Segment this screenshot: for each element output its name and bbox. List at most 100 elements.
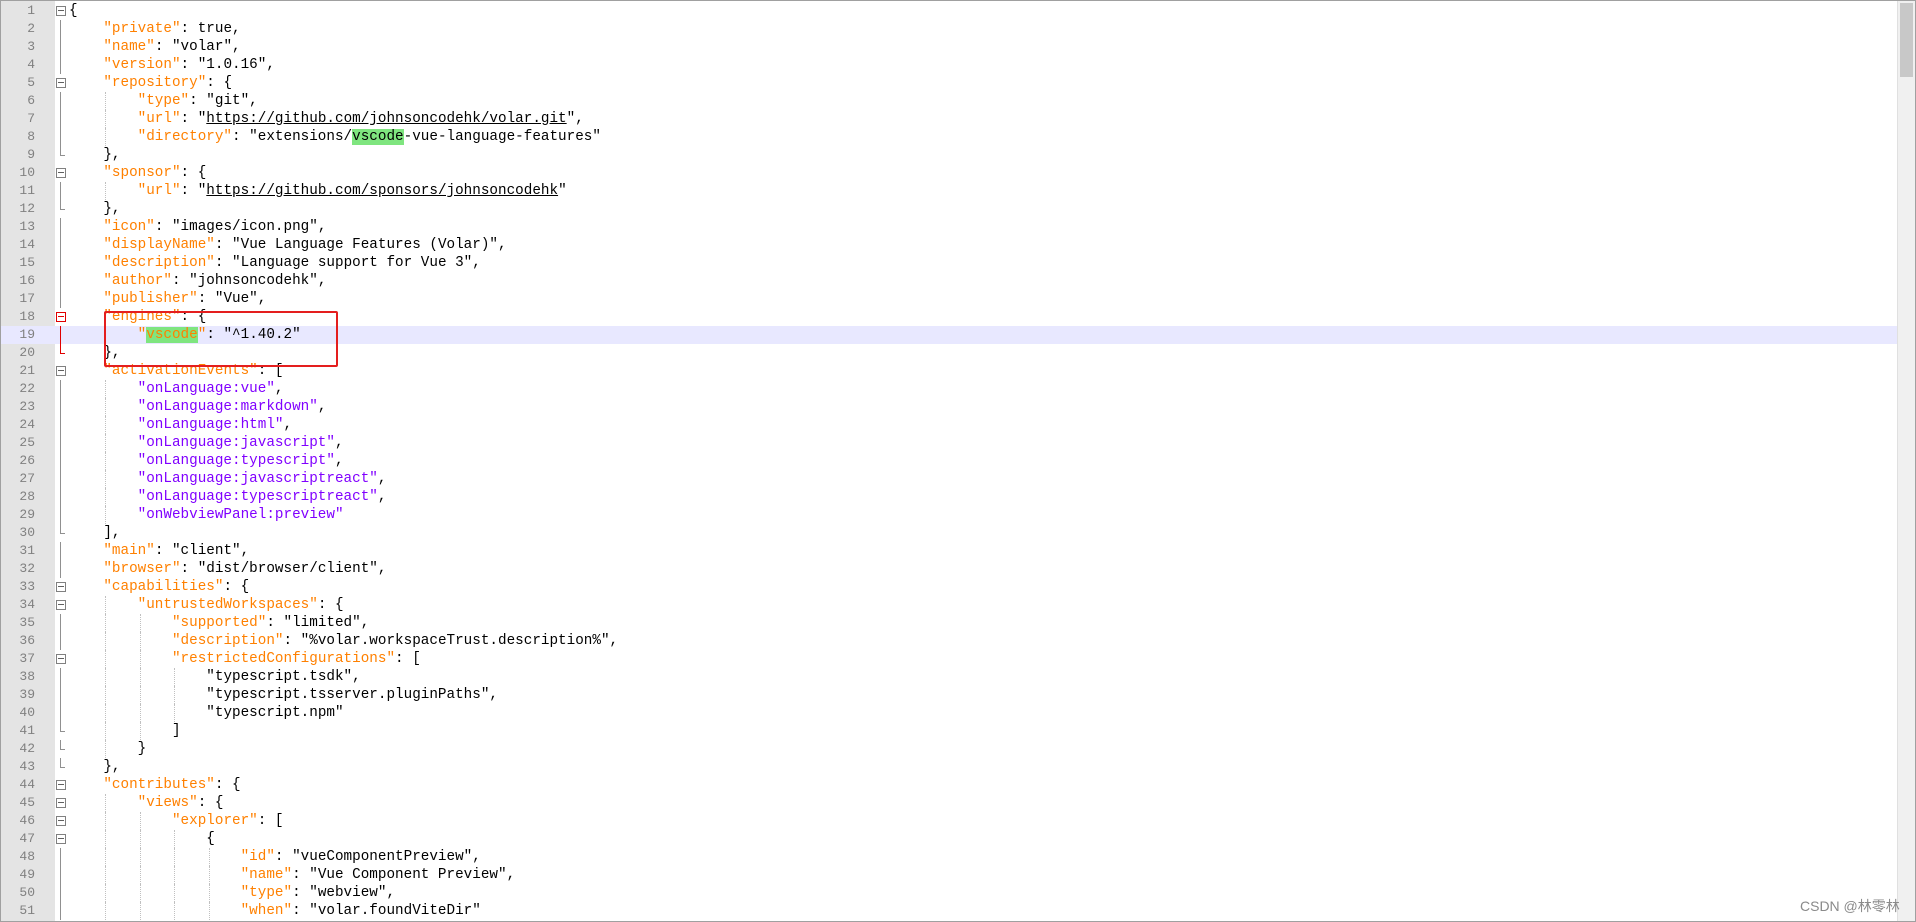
line-number: 31 bbox=[19, 543, 35, 558]
code-line[interactable]: 44 "contributes": { bbox=[1, 776, 1897, 794]
code-line[interactable]: 42 } bbox=[1, 740, 1897, 758]
fold-box-icon[interactable] bbox=[55, 2, 69, 20]
code-line[interactable]: 43 }, bbox=[1, 758, 1897, 776]
fold-box-icon[interactable] bbox=[55, 812, 69, 830]
fold-box-icon[interactable] bbox=[55, 164, 69, 182]
code-line[interactable]: 8 "directory": "extensions/vscode-vue-la… bbox=[1, 128, 1897, 146]
code-token: : "volar", bbox=[154, 39, 241, 55]
code-line[interactable]: 27 "onLanguage:javascriptreact", bbox=[1, 470, 1897, 488]
code-line[interactable]: 2 "private": true, bbox=[1, 20, 1897, 38]
line-number: 10 bbox=[19, 165, 35, 180]
line-number: 47 bbox=[19, 831, 35, 846]
code-line[interactable]: 7 "url": "https://github.com/johnsoncode… bbox=[1, 110, 1897, 128]
fold-line-icon bbox=[55, 182, 69, 200]
line-number: 45 bbox=[19, 795, 35, 810]
code-line[interactable]: 9 }, bbox=[1, 146, 1897, 164]
code-line[interactable]: 48 "id": "vueComponentPreview", bbox=[1, 848, 1897, 866]
code-line[interactable]: 1{ bbox=[1, 2, 1897, 20]
code-line[interactable]: 5 "repository": { bbox=[1, 74, 1897, 92]
line-number: 6 bbox=[27, 93, 35, 108]
code-token: : "Vue Language Features (Volar)", bbox=[214, 237, 507, 253]
code-line[interactable]: 50 "type": "webview", bbox=[1, 884, 1897, 902]
url-link[interactable]: https://github.com/johnsoncodehk/volar.g… bbox=[206, 111, 566, 127]
scrollbar-thumb[interactable] bbox=[1900, 3, 1913, 77]
code-line[interactable]: 13 "icon": "images/icon.png", bbox=[1, 218, 1897, 236]
url-link[interactable]: https://github.com/sponsors/johnsoncodeh… bbox=[206, 183, 558, 199]
code-line[interactable]: 22 "onLanguage:vue", bbox=[1, 380, 1897, 398]
fold-line-icon bbox=[55, 20, 69, 38]
code-editor[interactable]: 1{2 "private": true, 3 "name": "volar", 4 … bbox=[1, 1, 1897, 921]
code-line[interactable]: 16 "author": "johnsoncodehk", bbox=[1, 272, 1897, 290]
fold-box-icon[interactable] bbox=[55, 596, 69, 614]
fold-box-icon[interactable] bbox=[55, 74, 69, 92]
code-line[interactable]: 39 "typescript.tsserver.pluginPaths", bbox=[1, 686, 1897, 704]
code-line[interactable]: 45 "views": { bbox=[1, 794, 1897, 812]
fold-line-icon bbox=[55, 128, 69, 146]
line-number: 7 bbox=[27, 111, 35, 126]
code-line[interactable]: 37 "restrictedConfigurations": [ bbox=[1, 650, 1897, 668]
code-line[interactable]: 40 "typescript.npm" bbox=[1, 704, 1897, 722]
code-line[interactable]: 3 "name": "volar", bbox=[1, 38, 1897, 56]
code-text: "author": "johnsoncodehk", bbox=[69, 272, 326, 290]
code-line[interactable]: 23 "onLanguage:markdown", bbox=[1, 398, 1897, 416]
code-line[interactable]: 51 "when": "volar.foundViteDir" bbox=[1, 902, 1897, 920]
code-line[interactable]: 32 "browser": "dist/browser/client", bbox=[1, 560, 1897, 578]
code-line[interactable]: 26 "onLanguage:typescript", bbox=[1, 452, 1897, 470]
line-number: 26 bbox=[19, 453, 35, 468]
code-line[interactable]: 29 "onWebviewPanel:preview" bbox=[1, 506, 1897, 524]
fold-line-icon bbox=[55, 326, 69, 344]
fold-box-icon[interactable] bbox=[55, 650, 69, 668]
code-line[interactable]: 25 "onLanguage:javascript", bbox=[1, 434, 1897, 452]
json-key: "description" bbox=[103, 255, 215, 271]
code-line[interactable]: 38 "typescript.tsdk", bbox=[1, 668, 1897, 686]
code-line[interactable]: 33 "capabilities": { bbox=[1, 578, 1897, 596]
code-line[interactable]: 24 "onLanguage:html", bbox=[1, 416, 1897, 434]
code-line[interactable]: 35 "supported": "limited", bbox=[1, 614, 1897, 632]
code-line[interactable]: 49 "name": "Vue Component Preview", bbox=[1, 866, 1897, 884]
code-token: ", bbox=[566, 111, 584, 127]
json-key: "icon" bbox=[103, 219, 155, 235]
json-key: "type" bbox=[137, 93, 190, 109]
fold-box-icon[interactable] bbox=[55, 830, 69, 848]
fold-box-icon[interactable] bbox=[55, 776, 69, 794]
code-line[interactable]: 4 "version": "1.0.16", bbox=[1, 56, 1897, 74]
code-line[interactable]: 46 "explorer": [ bbox=[1, 812, 1897, 830]
code-line[interactable]: 28 "onLanguage:typescriptreact", bbox=[1, 488, 1897, 506]
code-line[interactable]: 17 "publisher": "Vue", bbox=[1, 290, 1897, 308]
json-key: "supported" bbox=[171, 615, 267, 631]
code-line[interactable]: 36 "description": "%volar.workspaceTrust… bbox=[1, 632, 1897, 650]
code-token: : "vueComponentPreview", bbox=[274, 849, 481, 865]
code-line[interactable]: 15 "description": "Language support for … bbox=[1, 254, 1897, 272]
json-key: "contributes" bbox=[103, 777, 215, 793]
code-line[interactable]: 6 "type": "git", bbox=[1, 92, 1897, 110]
code-line[interactable]: 47 { bbox=[1, 830, 1897, 848]
code-text: "restrictedConfigurations": [ bbox=[69, 650, 421, 668]
line-number: 25 bbox=[19, 435, 35, 450]
fold-box-icon[interactable] bbox=[55, 308, 69, 326]
code-text: }, bbox=[69, 758, 120, 776]
fold-box-icon[interactable] bbox=[55, 794, 69, 812]
fold-box-icon[interactable] bbox=[55, 362, 69, 380]
vertical-scrollbar[interactable] bbox=[1897, 1, 1915, 921]
code-line[interactable]: 30 ], bbox=[1, 524, 1897, 542]
fold-box-icon[interactable] bbox=[55, 578, 69, 596]
code-line[interactable]: 12 }, bbox=[1, 200, 1897, 218]
code-line[interactable]: 10 "sponsor": { bbox=[1, 164, 1897, 182]
code-line[interactable]: 14 "displayName": "Vue Language Features… bbox=[1, 236, 1897, 254]
code-line[interactable]: 41 ] bbox=[1, 722, 1897, 740]
code-line[interactable]: 31 "main": "client", bbox=[1, 542, 1897, 560]
code-token: : "git", bbox=[189, 93, 258, 109]
json-key: "name" bbox=[103, 39, 155, 55]
code-line[interactable]: 11 "url": "https://github.com/sponsors/j… bbox=[1, 182, 1897, 200]
code-line[interactable]: 34 "untrustedWorkspaces": { bbox=[1, 596, 1897, 614]
